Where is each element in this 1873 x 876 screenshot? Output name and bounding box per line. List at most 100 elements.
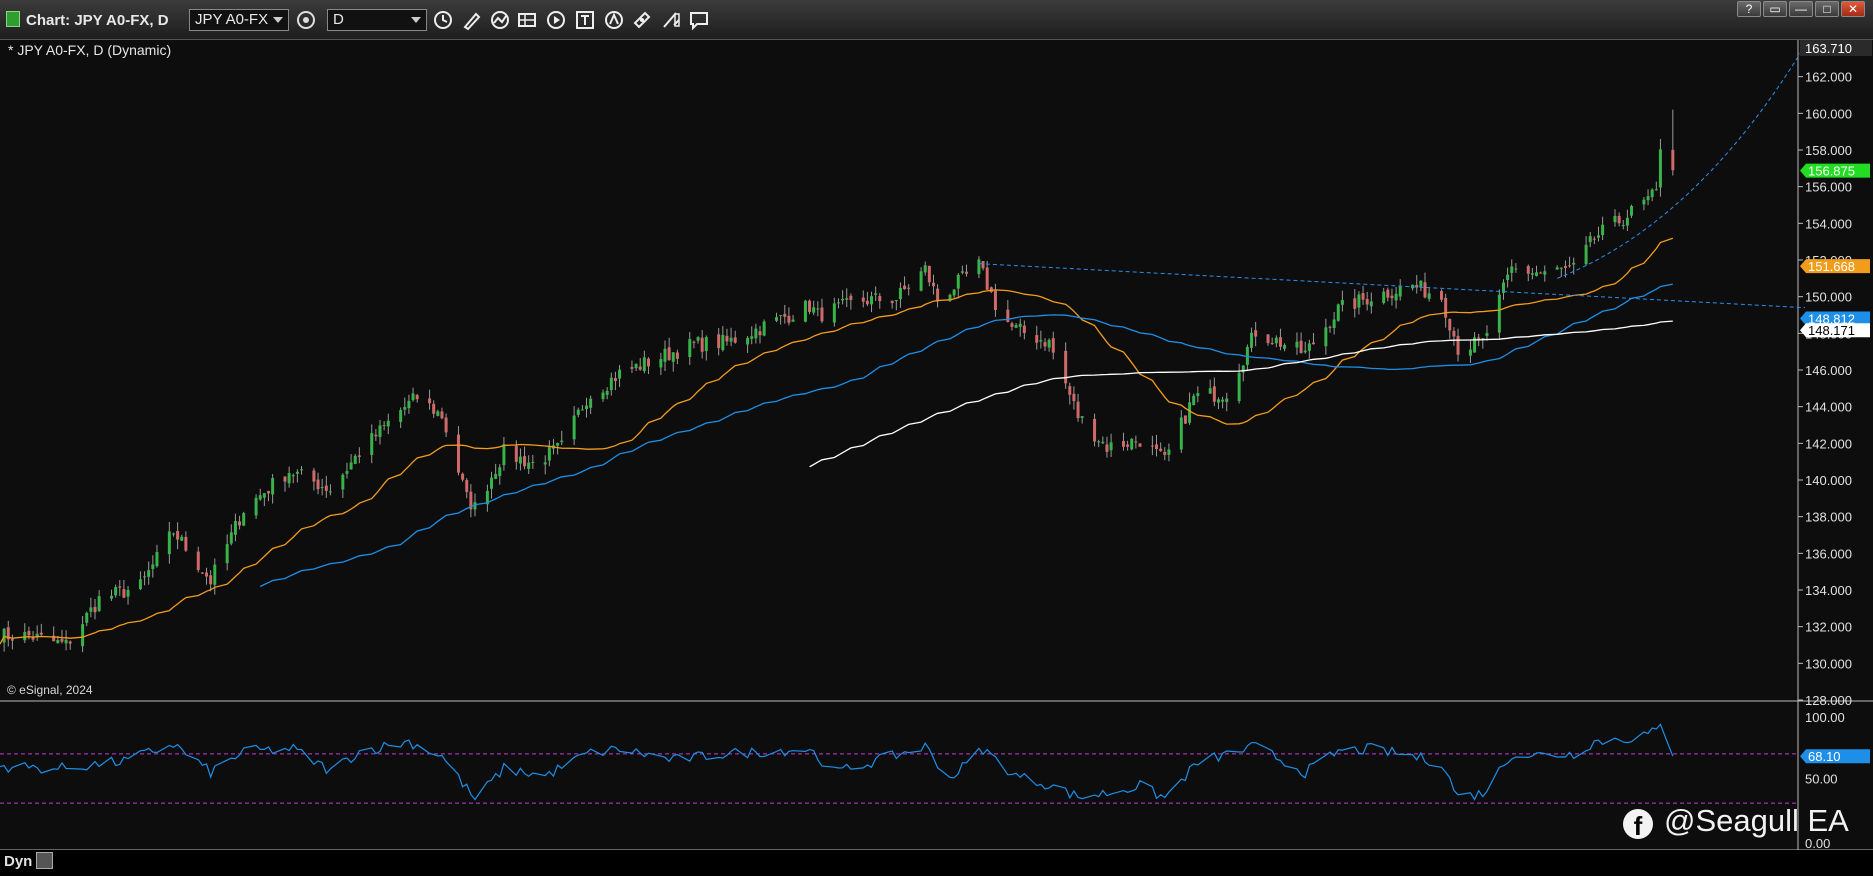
candle-body (1535, 272, 1539, 276)
ruler-icon[interactable] (660, 9, 682, 31)
candle-body (205, 572, 209, 577)
candle-body (122, 589, 126, 598)
candle-body (1559, 267, 1563, 269)
candle-body (634, 363, 638, 369)
price-marker-label: 148.171 (1808, 323, 1855, 338)
candle-body (155, 552, 159, 567)
candle-body (1266, 334, 1270, 344)
candle-body (878, 296, 882, 302)
candle-body (1444, 297, 1448, 318)
candle-body (225, 544, 229, 564)
grid-settings-icon[interactable] (516, 9, 538, 31)
link-icon[interactable] (631, 9, 653, 31)
candle-body (985, 267, 989, 290)
candle-body (1625, 217, 1629, 226)
candle-body (1539, 272, 1543, 274)
candle-body (1188, 402, 1192, 423)
maximize-button[interactable]: □ (1815, 1, 1839, 17)
candle-body (502, 444, 506, 466)
price-tick-label: 130.000 (1805, 656, 1852, 671)
candle-body (527, 462, 531, 469)
candle-body (399, 410, 403, 422)
settings-gear-icon[interactable] (295, 9, 317, 31)
dynamic-mode-icon[interactable] (36, 852, 53, 869)
candle-body (39, 632, 43, 635)
candle-body (180, 536, 184, 541)
candle-body (213, 564, 217, 585)
candle-body (242, 513, 246, 526)
candle-body (386, 420, 390, 427)
candle-body (1394, 293, 1398, 301)
candle-body (1047, 339, 1051, 348)
candle-body (907, 287, 911, 289)
candle-body (981, 261, 985, 269)
candle-body (514, 445, 518, 462)
candle-body (1216, 399, 1220, 403)
candle-body (1328, 326, 1332, 328)
candle-body (411, 393, 415, 401)
candle-body (754, 328, 758, 339)
candle-body (923, 265, 927, 273)
text-icon[interactable] (574, 9, 596, 31)
candle-body (1485, 333, 1489, 336)
price-tick-label: 160.000 (1805, 106, 1852, 121)
candle-body (841, 298, 845, 301)
restore-button[interactable]: ▭ (1763, 1, 1787, 17)
candle-body (523, 456, 527, 467)
interval-combo[interactable]: D (327, 9, 427, 31)
alert-icon[interactable] (603, 9, 625, 31)
close-button[interactable]: ✕ (1841, 1, 1865, 17)
candle-body (898, 287, 902, 300)
candle-body (126, 589, 130, 597)
candle-body (1130, 438, 1134, 450)
line-study-icon[interactable] (489, 9, 511, 31)
clock-icon[interactable] (432, 9, 454, 31)
pencil-icon[interactable] (461, 9, 483, 31)
candle-body (931, 282, 935, 287)
candle-body (733, 337, 737, 343)
candle-body (349, 462, 353, 470)
candle-body (605, 390, 609, 395)
candle-body (1039, 340, 1043, 342)
candle-body (229, 532, 233, 544)
candle-body (1250, 332, 1254, 348)
candle-body (1456, 335, 1460, 355)
chart-area[interactable]: 68.10 128.000 130.000 132.000 134.000 136.00… (0, 40, 1873, 850)
candle-body (1192, 395, 1196, 406)
candle-body (1163, 451, 1167, 455)
watermark: @Seagull EA (1664, 803, 1849, 838)
candle-body (1658, 149, 1662, 188)
candle-body (85, 612, 89, 623)
candle-body (894, 300, 898, 302)
candle-body (1671, 149, 1675, 171)
candle-body (646, 358, 650, 367)
minimize-button[interactable]: — (1789, 1, 1813, 17)
candle-body (287, 473, 291, 484)
candle-body (547, 447, 551, 461)
candle-body (138, 579, 142, 590)
rsi-tick-label: 100.00 (1805, 710, 1845, 725)
candle-body (1336, 304, 1340, 321)
candle-body (1225, 398, 1229, 402)
candle-body (1134, 441, 1138, 443)
candle-body (258, 495, 262, 500)
play-icon[interactable] (545, 9, 567, 31)
candle-body (1621, 224, 1625, 226)
candle-body (1105, 444, 1109, 452)
candle-body (1155, 444, 1159, 450)
candle-body (659, 359, 663, 368)
copyright-label: © eSignal, 2024 (7, 683, 93, 697)
candle-body (1101, 441, 1105, 444)
candle-body (1588, 236, 1592, 243)
candle-body (1514, 268, 1518, 270)
help-button[interactable]: ? (1737, 1, 1761, 17)
candle-body (1353, 298, 1357, 309)
candle-body (890, 300, 894, 304)
symbol-combo[interactable]: JPY A0-FX (189, 9, 289, 31)
candle-body (919, 271, 923, 291)
candle-body (341, 474, 345, 490)
comment-icon[interactable] (688, 9, 710, 31)
candle-body (1448, 318, 1452, 331)
candle-body (370, 433, 374, 455)
candle-body (696, 337, 700, 341)
